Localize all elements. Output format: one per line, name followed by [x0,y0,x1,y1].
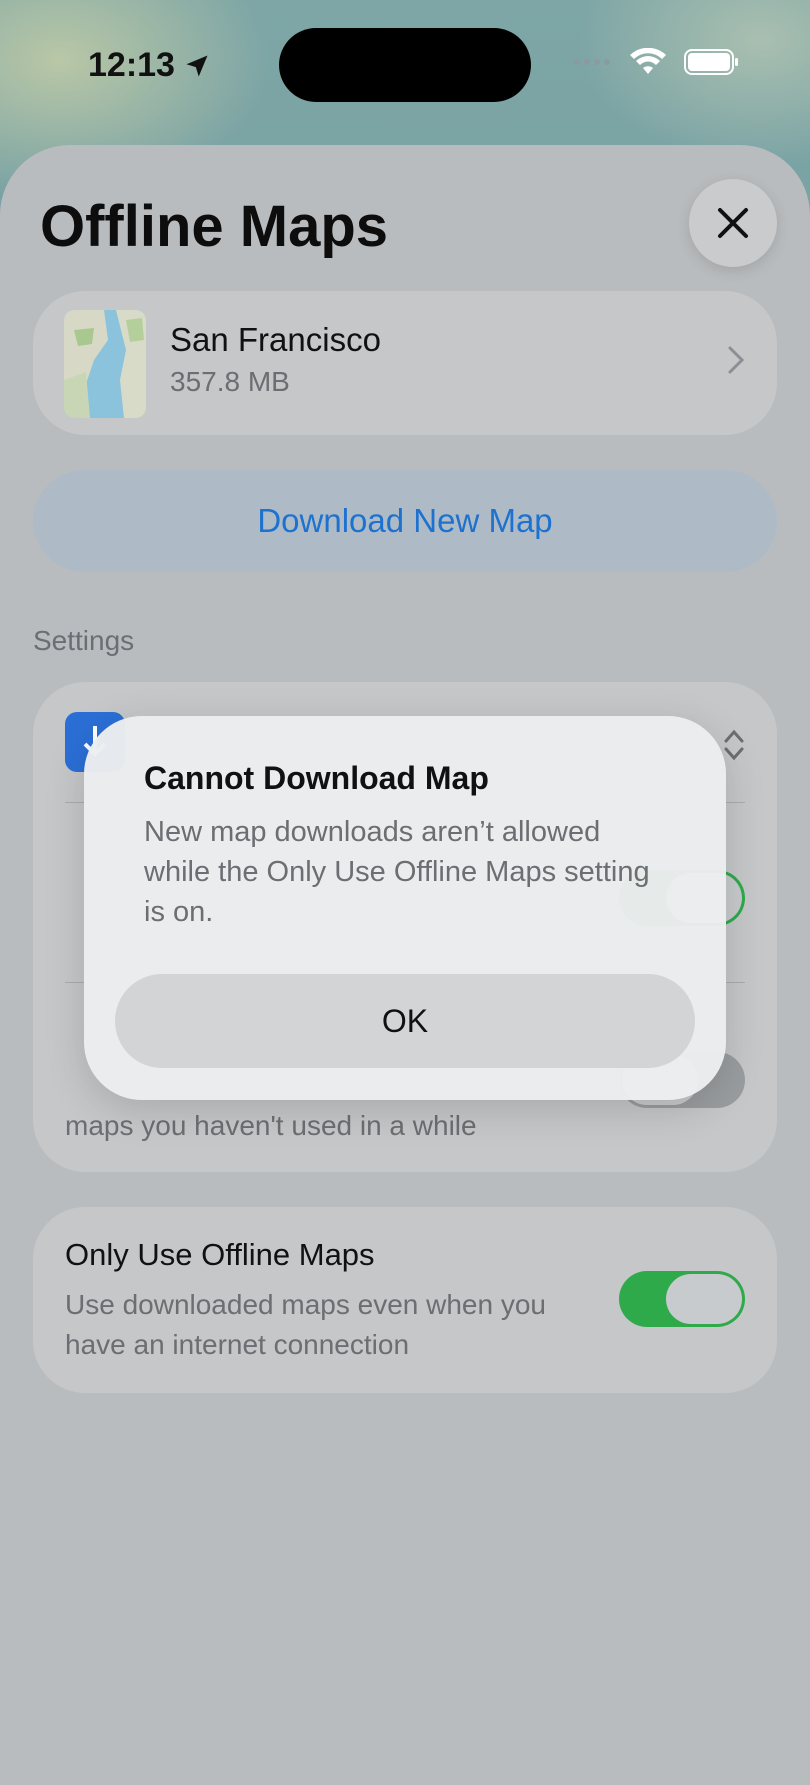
map-thumbnail [64,310,146,418]
page-title: Offline Maps [40,194,389,259]
download-new-map-button[interactable]: Download New Map [33,470,777,572]
cellular-signal-icon [574,59,610,65]
only-offline-title: Only Use Offline Maps [65,1237,375,1272]
close-button[interactable] [689,179,777,267]
location-arrow-icon [186,55,208,76]
only-offline-subtitle-2: have an internet connection [65,1329,410,1360]
wifi-icon [630,48,666,74]
settings-section-label: Settings [33,625,135,656]
optimize-storage-subtitle: maps you haven't used in a while [65,1110,477,1141]
chevron-up-down-icon[interactable] [723,728,745,762]
map-list-item[interactable]: San Francisco 357.8 MB [33,291,777,435]
only-offline-card: Only Use Offline Maps Use downloaded map… [33,1207,777,1393]
battery-icon [684,49,738,75]
only-offline-toggle[interactable] [619,1271,745,1327]
ok-button[interactable]: OK [115,974,695,1068]
status-time: 12:13 [88,46,211,85]
alert-title: Cannot Download Map [144,760,489,796]
chevron-right-icon [728,346,745,374]
status-bar: 12:13 [0,0,810,130]
map-name: San Francisco [170,321,381,358]
cannot-download-alert: Cannot Download Map New map downloads ar… [84,716,726,1100]
alert-message: New map downloads aren’t allowed while t… [144,816,650,928]
close-icon [718,208,748,238]
dynamic-island [279,28,531,102]
only-offline-subtitle-1: Use downloaded maps even when you [65,1289,546,1320]
map-size: 357.8 MB [170,366,290,397]
